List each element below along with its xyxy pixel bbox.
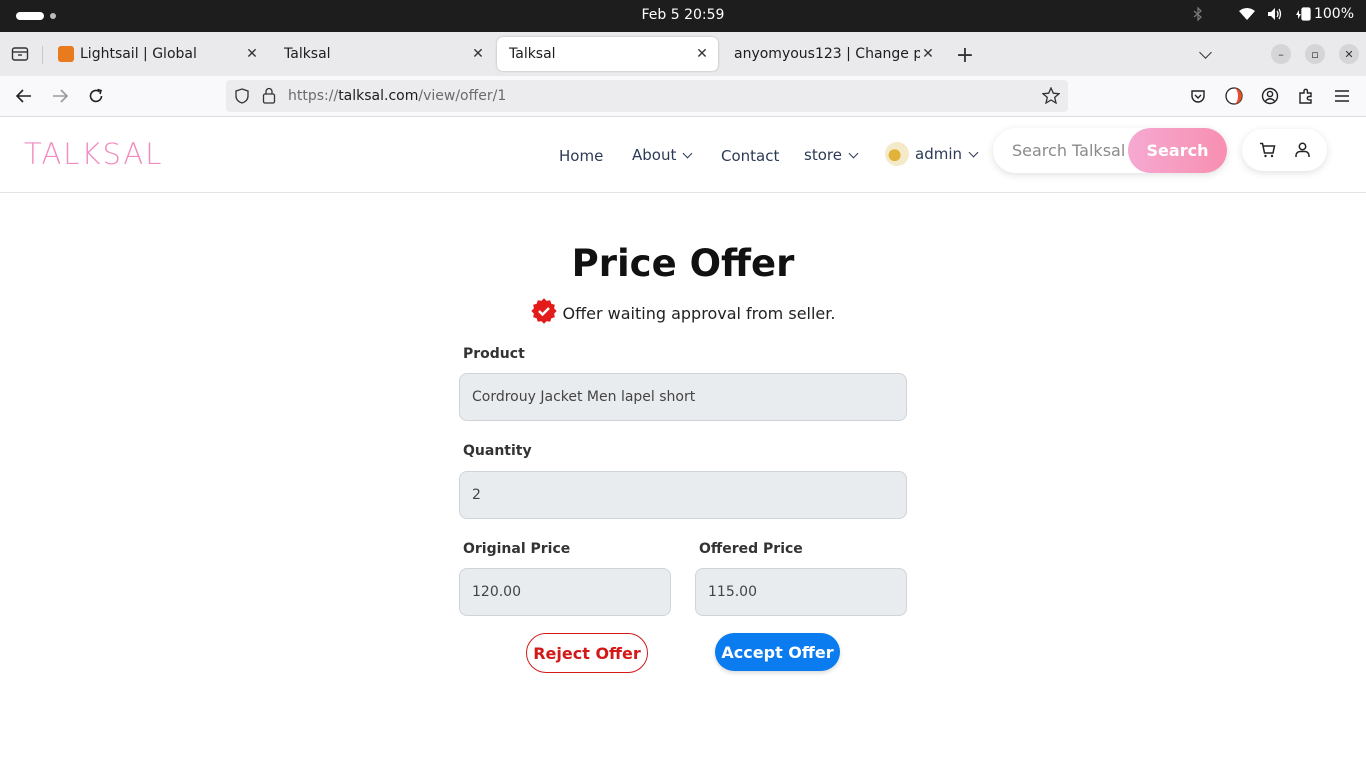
- close-icon[interactable]: ✕: [470, 46, 486, 62]
- nav-store[interactable]: store: [804, 146, 859, 164]
- close-icon[interactable]: ✕: [244, 46, 260, 62]
- tab-label: Talksal: [509, 46, 556, 62]
- close-icon[interactable]: ✕: [920, 46, 936, 62]
- reload-icon: [89, 88, 103, 103]
- nav-user-label: admin: [915, 145, 962, 163]
- plus-icon: +: [955, 42, 975, 68]
- nav-contact-label: Contact: [721, 147, 780, 165]
- clock[interactable]: Feb 5 20:59: [0, 7, 1366, 23]
- chevron-down-icon: [968, 147, 979, 157]
- quantity-field[interactable]: 2: [459, 471, 907, 519]
- close-window-button[interactable]: ✕: [1339, 44, 1359, 64]
- reject-offer-button[interactable]: Reject Offer: [526, 633, 648, 673]
- offer-status: Offer waiting approval from seller.: [0, 298, 1366, 328]
- tab-list-button[interactable]: [1194, 44, 1214, 64]
- pocket-icon: [1191, 89, 1205, 103]
- chevron-down-icon: [682, 148, 693, 158]
- nav-store-label: store: [804, 146, 842, 164]
- pocket-button[interactable]: [1188, 86, 1208, 106]
- nav-home[interactable]: Home: [559, 147, 603, 165]
- folder-icon: [11, 47, 29, 61]
- offered-price-label: Offered Price: [699, 541, 803, 557]
- battery-percent: 100%: [1313, 6, 1354, 22]
- account-button[interactable]: [1260, 86, 1280, 106]
- search-input[interactable]: [993, 128, 1129, 173]
- tab-lightsail[interactable]: Lightsail | Global ✕: [46, 37, 268, 71]
- extension-color-button[interactable]: [1224, 86, 1244, 106]
- extensions-button[interactable]: [1296, 86, 1316, 106]
- header-icon-group: [1242, 129, 1327, 171]
- bookmark-star-icon[interactable]: [1041, 86, 1061, 108]
- minimize-button[interactable]: –: [1271, 44, 1291, 64]
- address-bar[interactable]: https://talksal.com/view/offer/1: [226, 80, 1068, 112]
- offer-status-text: Offer waiting approval from seller.: [562, 303, 836, 323]
- new-tab-button[interactable]: +: [954, 42, 976, 68]
- tab-label: Lightsail | Global: [80, 46, 197, 62]
- system-tray[interactable]: 100%: [1193, 6, 1354, 22]
- battery-icon: 100%: [1295, 6, 1354, 22]
- reload-button[interactable]: [86, 86, 106, 106]
- chevron-down-icon: [1198, 45, 1212, 59]
- arrow-left-icon: [16, 89, 31, 103]
- verified-badge-icon: [530, 298, 557, 328]
- site-header: TALKSAL Home About Contact store admin S…: [0, 117, 1366, 193]
- original-price-label: Original Price: [463, 541, 571, 557]
- tab-label: Talksal: [284, 46, 331, 62]
- bluetooth-icon: [1193, 7, 1203, 21]
- wifi-icon: [1238, 7, 1255, 21]
- product-field[interactable]: Cordrouy Jacket Men lapel short: [459, 373, 907, 421]
- lock-icon[interactable]: [262, 87, 276, 108]
- cart-icon[interactable]: [1258, 141, 1276, 159]
- color-extension-icon: [1225, 87, 1243, 105]
- nav-home-label: Home: [559, 147, 604, 165]
- maximize-button[interactable]: ▫: [1305, 44, 1325, 64]
- accept-offer-button[interactable]: Accept Offer: [715, 633, 840, 671]
- avatar: [885, 142, 909, 166]
- forward-button[interactable]: [50, 86, 70, 106]
- url-path: /view/offer/1: [418, 88, 507, 104]
- offered-price-field[interactable]: 115.00: [695, 568, 907, 616]
- lightsail-favicon-icon: [58, 46, 74, 62]
- original-price-field[interactable]: 120.00: [459, 568, 671, 616]
- navigation-bar: https://talksal.com/view/offer/1: [0, 76, 1366, 117]
- account-icon: [1261, 87, 1279, 105]
- search-button[interactable]: Search: [1128, 128, 1227, 173]
- tab-talksal-1[interactable]: Talksal ✕: [272, 37, 494, 71]
- nav-user-menu[interactable]: admin: [885, 142, 979, 166]
- arrow-right-icon: [53, 89, 68, 103]
- chevron-down-icon: [848, 148, 859, 158]
- nav-about[interactable]: About: [632, 146, 693, 164]
- os-top-bar: Feb 5 20:59 100%: [0, 0, 1366, 32]
- url-scheme: https://: [288, 88, 339, 104]
- url-host: talksal.com: [338, 88, 419, 104]
- tab-separator: [42, 46, 43, 64]
- tab-label: anyomyous123 | Change prc: [734, 46, 920, 62]
- user-icon[interactable]: [1293, 141, 1311, 159]
- back-button[interactable]: [14, 86, 34, 106]
- site-search: Search: [993, 128, 1227, 173]
- tab-overview-button[interactable]: [10, 44, 30, 64]
- nav-about-label: About: [632, 146, 677, 164]
- quantity-label: Quantity: [463, 443, 532, 459]
- nav-contact[interactable]: Contact: [721, 147, 779, 165]
- hamburger-menu-icon: [1335, 90, 1349, 102]
- puzzle-icon: [1298, 88, 1312, 104]
- tab-talksal-active[interactable]: Talksal ✕: [497, 37, 718, 71]
- app-menu-button[interactable]: [1332, 86, 1352, 106]
- volume-icon: [1267, 7, 1283, 21]
- site-logo[interactable]: TALKSAL: [24, 137, 163, 171]
- url-text[interactable]: https://talksal.com/view/offer/1: [288, 88, 506, 104]
- page-title: Price Offer: [571, 242, 795, 285]
- shield-icon[interactable]: [234, 88, 250, 108]
- tab-change-profile[interactable]: anyomyous123 | Change prc ✕: [722, 37, 944, 71]
- close-icon[interactable]: ✕: [694, 46, 710, 62]
- tab-strip: Lightsail | Global ✕ Talksal ✕ Talksal ✕…: [0, 32, 1366, 76]
- product-label: Product: [463, 346, 525, 362]
